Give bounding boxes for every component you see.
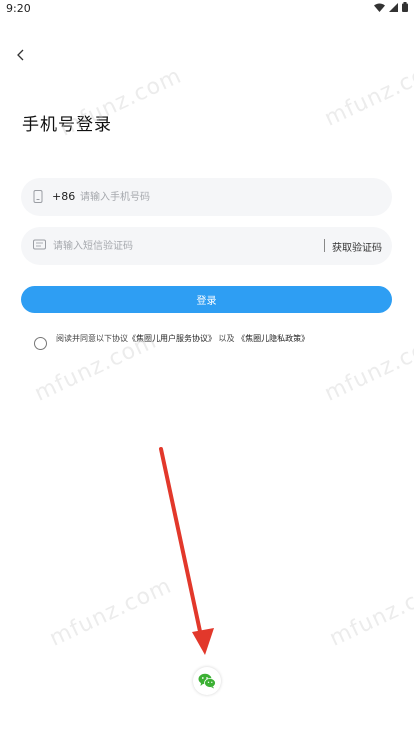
country-code[interactable]: +86	[52, 190, 75, 203]
watermark: mfunz.com	[45, 573, 176, 652]
code-field[interactable]: 获取验证码	[21, 227, 392, 265]
status-time: 9:20	[6, 2, 31, 15]
red-arrow-head	[192, 628, 214, 655]
watermark: mfunz.com	[320, 53, 414, 132]
signal-icon	[389, 2, 398, 12]
phone-field[interactable]: +86	[21, 178, 392, 216]
phone-input[interactable]	[80, 187, 360, 207]
agreement-text: 阅读并同意以下协议《焦圈儿用户服务协议》 以及 《焦圈儿隐私政策》	[56, 333, 386, 344]
status-bar: 9:20	[0, 0, 414, 18]
sms-code-icon	[33, 239, 46, 250]
back-arrow-icon	[17, 49, 24, 61]
status-icons	[374, 2, 408, 12]
watermark: mfunz.com	[325, 573, 414, 652]
wechat-icon	[198, 673, 216, 689]
agreement-checkbox[interactable]	[34, 337, 47, 350]
phone-icon	[33, 190, 43, 203]
wechat-login-button[interactable]	[193, 667, 221, 695]
agreement-prefix: 阅读并同意以下协议	[56, 334, 128, 343]
divider	[324, 239, 325, 252]
battery-icon	[402, 2, 408, 12]
get-code-button[interactable]: 获取验证码	[332, 239, 382, 254]
back-button[interactable]	[10, 44, 32, 66]
watermark: mfunz.com	[55, 63, 186, 142]
login-button[interactable]: 登录	[21, 286, 392, 313]
red-arrow-shaft	[159, 447, 203, 638]
agreement-joiner: 以及	[218, 334, 235, 343]
wifi-icon	[374, 3, 385, 12]
privacy-policy-link[interactable]: 《焦圈儿隐私政策》	[237, 334, 309, 343]
sms-code-input[interactable]	[53, 236, 323, 256]
